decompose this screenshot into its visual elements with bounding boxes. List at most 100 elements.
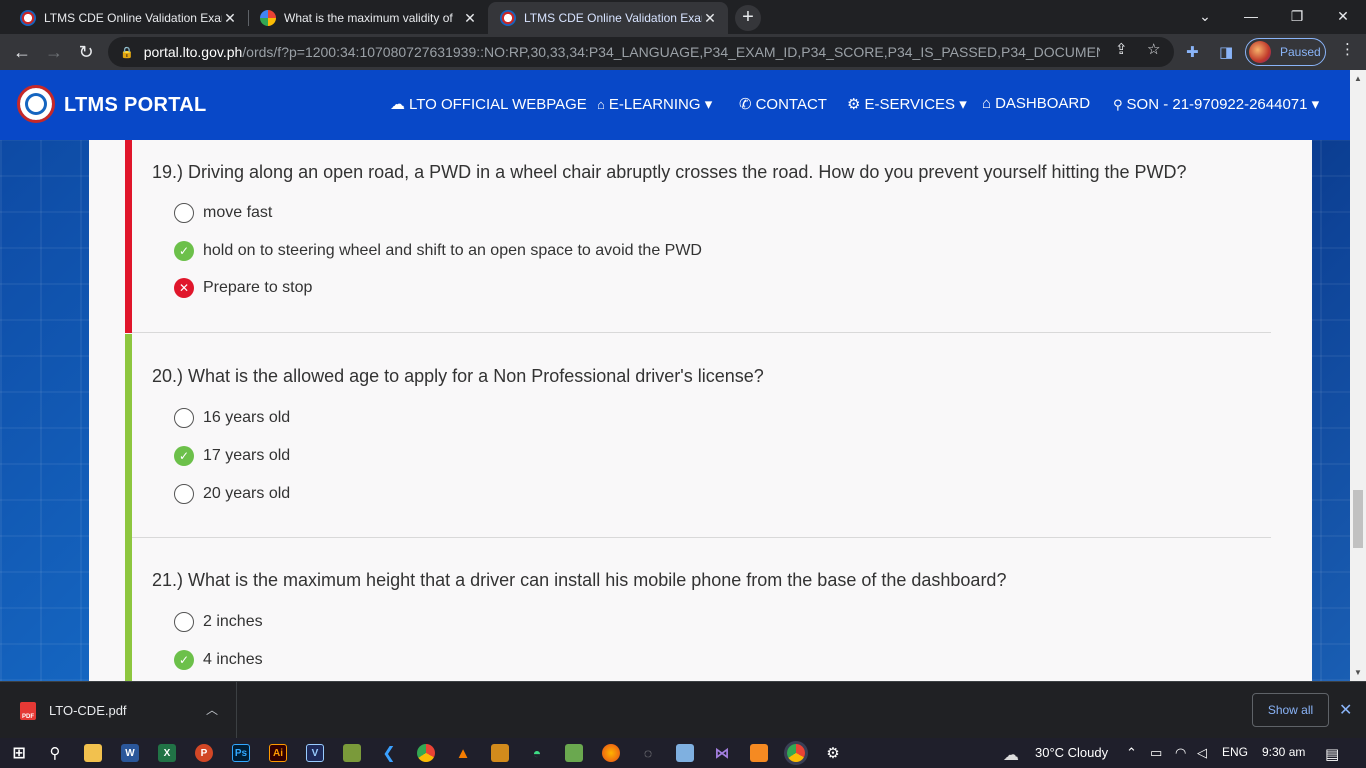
download-item[interactable]: PDF LTO-CDE.pdf [0,682,237,739]
nav-dashboard[interactable]: ⌂ DASHBOARD [982,95,1090,112]
option-label: Prepare to stop [203,279,313,296]
minimize-button[interactable]: — [1228,0,1274,32]
radio-button[interactable] [174,203,194,223]
portal-brand[interactable]: LTMS PORTAL [64,94,207,117]
question-block: 20.) What is the allowed age to apply fo… [125,334,1271,538]
photoshop-icon[interactable]: Ps [232,744,250,762]
app-icon[interactable] [343,744,361,762]
answer-option: move fast [174,202,272,224]
visual-studio-icon[interactable]: ⋈ [713,744,731,762]
file-explorer-icon[interactable] [84,744,102,762]
language-indicator[interactable]: ENG [1222,745,1248,759]
android-icon[interactable]: ◓ [528,744,546,762]
virtualbox-icon[interactable] [676,744,694,762]
graduation-cap-icon: ⌂ [597,97,605,112]
illustrator-icon[interactable]: Ai [269,744,287,762]
radio-button[interactable] [174,484,194,504]
settings-gear-icon[interactable]: ⚙ [824,744,842,762]
clock[interactable]: 9:30 am [1262,745,1305,759]
check-circle-icon: ✓ [174,446,194,466]
weather-text[interactable]: 30°C Cloudy [1035,745,1108,760]
forward-arrow-icon[interactable]: → [40,38,68,66]
lto-favicon-icon [500,10,516,26]
vscode-icon[interactable]: ❮ [380,744,398,762]
scroll-up-icon[interactable]: ▲ [1354,74,1362,83]
tab-title: LTMS CDE Online Validation Exam [524,11,702,25]
lock-icon: 🔒 [120,46,134,59]
option-label: 20 years old [203,485,291,502]
answer-option: ✕ Prepare to stop [174,277,312,299]
browser-toolbar: ← → ↻ 🔒 portal.lto.gov.ph/ords/f?p=1200:… [0,34,1366,70]
chrome-active-icon[interactable] [787,744,805,762]
nav-e-services[interactable]: ⚙ E-SERVICES ▾ [847,95,967,113]
nav-lto-official-webpage[interactable]: ☁ LTO OFFICIAL WEBPAGE [390,95,587,113]
profile-status: Paused [1280,45,1321,59]
nav-user-menu[interactable]: ⚲ SON - 21-970922-2644071 ▾ [1113,95,1319,113]
extensions-puzzle-icon[interactable]: ✚ [1186,43,1199,61]
excel-icon[interactable]: X [158,744,176,762]
xampp-icon[interactable] [750,744,768,762]
search-icon[interactable]: ⚲ [46,744,64,762]
sublime-icon[interactable] [491,744,509,762]
profile-button[interactable]: Paused [1245,38,1326,66]
option-label: hold on to steering wheel and shift to a… [203,242,702,259]
powerpoint-icon[interactable]: P [195,744,213,762]
restore-button[interactable]: ❐ [1274,0,1320,32]
reload-icon[interactable]: ↻ [72,38,100,66]
nav-label: CONTACT [755,96,827,113]
chevron-up-icon[interactable]: ⌃ [1126,745,1137,761]
tab-search-icon[interactable]: ⌄ [1182,0,1228,32]
answer-option: ✓ 4 inches [174,649,263,671]
app-v-icon[interactable]: V [306,744,324,762]
question-text: 20.) What is the allowed age to apply fo… [152,366,764,386]
answer-option: ✓ hold on to steering wheel and shift to … [174,240,702,262]
check-circle-icon: ✓ [174,241,194,261]
chevron-up-icon[interactable]: ︿ [206,701,218,718]
gear-icon: ⚙ [847,96,861,113]
radio-button[interactable] [174,408,194,428]
side-panel-icon[interactable]: ◨ [1219,43,1233,61]
address-bar[interactable]: 🔒 portal.lto.gov.ph/ords/f?p=1200:34:107… [108,37,1174,67]
nav-e-learning[interactable]: ⌂ E-LEARNING ▾ [597,95,712,113]
volume-icon[interactable]: ◁ [1197,745,1207,761]
windows-start-icon[interactable]: ⊞ [10,744,28,762]
word-icon[interactable]: W [121,744,139,762]
radio-button[interactable] [174,612,194,632]
nav-label: E-SERVICES [864,96,956,113]
download-bar: PDF LTO-CDE.pdf ︿ Show all ✕ [0,681,1366,739]
wifi-icon[interactable]: ◠ [1175,745,1186,761]
show-all-button[interactable]: Show all [1252,693,1329,727]
scrollbar-thumb[interactable] [1353,490,1363,548]
scroll-down-icon[interactable]: ▼ [1354,668,1362,677]
bookmark-star-icon[interactable]: ☆ [1147,40,1160,58]
app-icon[interactable]: ◌ [639,744,657,762]
firefox-icon[interactable] [602,744,620,762]
app-icon[interactable] [565,744,583,762]
check-circle-icon: ✓ [174,650,194,670]
share-icon[interactable]: ⇪ [1115,40,1128,58]
browser-tab[interactable]: LTMS CDE Online Validation Exam ✕ [8,2,248,34]
pdf-file-icon: PDF [20,701,36,720]
close-tab-icon[interactable]: ✕ [222,10,238,27]
browser-tab[interactable]: What is the maximum validity of ✕ [248,2,488,34]
chrome-icon[interactable] [417,744,435,762]
battery-icon[interactable]: ▭ [1150,745,1162,761]
back-arrow-icon[interactable]: ← [8,38,36,66]
close-window-button[interactable]: ✕ [1320,0,1366,32]
nav-contact[interactable]: ✆ CONTACT [739,95,827,113]
menu-kebab-icon[interactable]: ⋮ [1340,40,1355,58]
browser-tab-active[interactable]: LTMS CDE Online Validation Exam ✕ [488,2,728,34]
answer-option: 20 years old [174,483,290,505]
page-scrollbar[interactable]: ▲ ▼ [1350,70,1366,681]
close-tab-icon[interactable]: ✕ [462,10,478,27]
url-path: /ords/f?p=1200:34:107080727631939::NO:RP… [242,44,1100,60]
lto-logo[interactable] [17,85,55,123]
notifications-icon[interactable]: ▤ [1325,745,1339,763]
vlc-icon[interactable]: ▲ [454,744,472,762]
close-icon[interactable]: ✕ [1339,700,1352,720]
new-tab-button[interactable]: + [735,5,761,31]
question-block: 19.) Driving along an open road, a PWD i… [125,140,1271,333]
close-tab-icon[interactable]: ✕ [702,10,718,27]
download-filename: LTO-CDE.pdf [49,703,127,718]
phone-icon: ✆ [739,96,752,113]
